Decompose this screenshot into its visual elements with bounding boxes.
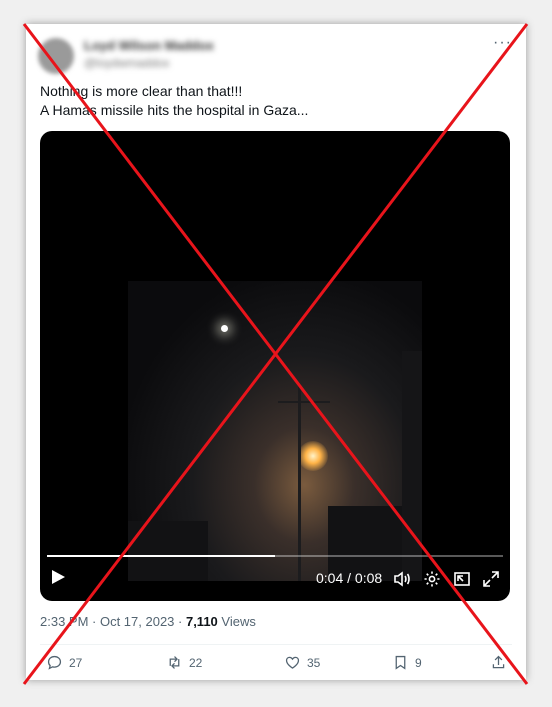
like-count: 35	[307, 655, 321, 670]
tweet-text-line-1: Nothing is more clear than that!!!	[40, 83, 243, 99]
repost-button[interactable]: 22	[166, 654, 202, 671]
avatar[interactable]	[38, 38, 74, 74]
fullscreen-icon[interactable]	[481, 569, 501, 589]
tower-silhouette	[402, 351, 422, 581]
tweet-actions: 27 22 35 9	[40, 654, 512, 676]
views-label: Views	[217, 614, 256, 629]
author-handle[interactable]: @loydwmaddox	[84, 56, 170, 70]
bright-light-spot	[221, 325, 228, 332]
volume-icon[interactable]	[392, 569, 412, 589]
reply-count: 27	[69, 655, 83, 670]
explosion-glow	[298, 441, 328, 471]
author-name[interactable]: Loyd Wilson Maddox	[84, 38, 214, 53]
tweet-meta: 2:33 PM · Oct 17, 2023 · 7,110 Views	[40, 614, 256, 629]
bookmark-icon	[395, 655, 406, 670]
share-icon	[492, 655, 505, 669]
heart-icon	[285, 656, 300, 669]
views-count: 7,110	[185, 614, 218, 629]
video-frame	[128, 281, 422, 581]
tweet-text: Nothing is more clear than that!!! A Ham…	[40, 82, 308, 120]
reply-button[interactable]: 27	[46, 654, 82, 671]
divider	[40, 644, 512, 645]
reply-icon	[47, 655, 62, 670]
video-player[interactable]: 0:04 / 0:08	[40, 131, 510, 601]
utility-pole	[298, 386, 301, 581]
repost-count: 22	[189, 655, 203, 670]
share-button[interactable]	[490, 654, 507, 671]
pip-icon[interactable]	[452, 569, 472, 589]
utility-pole-arm	[278, 401, 330, 403]
tweet-text-line-2: A Hamas missile hits the hospital in Gaz…	[40, 102, 309, 118]
repost-icon	[169, 656, 180, 669]
bookmark-count: 9	[415, 655, 422, 670]
settings-icon[interactable]	[422, 569, 442, 589]
bookmark-button[interactable]: 9	[392, 654, 422, 671]
video-time: 0:04 / 0:08	[316, 570, 383, 586]
more-options-icon[interactable]: ···	[493, 34, 512, 52]
video-controls: 0:04 / 0:08	[40, 557, 510, 601]
play-icon[interactable]	[52, 570, 65, 584]
tweet-timestamp[interactable]: 2:33 PM · Oct 17, 2023 ·	[40, 614, 186, 629]
like-button[interactable]: 35	[284, 654, 320, 671]
tweet-card: Loyd Wilson Maddox @loydwmaddox ··· Noth…	[26, 24, 526, 680]
